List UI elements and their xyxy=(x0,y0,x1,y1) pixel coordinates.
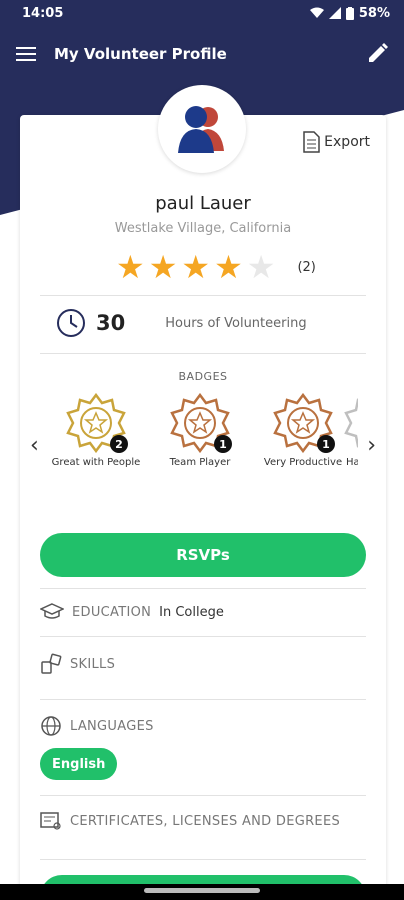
navigation-bar xyxy=(0,884,404,900)
badge-count: 1 xyxy=(214,435,232,453)
export-label: Export xyxy=(324,134,370,150)
hours-count: 30 xyxy=(96,311,126,335)
app-bar: My Volunteer Profile xyxy=(0,30,404,78)
badge-label: Team Player xyxy=(169,457,231,468)
certificate-icon xyxy=(40,812,61,830)
globe-icon xyxy=(41,716,61,736)
edit-icon[interactable] xyxy=(366,43,388,65)
star-icon: ★ xyxy=(214,248,243,286)
certificates-section: CERTIFICATES, LICENSES AND DEGREES xyxy=(40,811,340,831)
avatar xyxy=(158,85,246,173)
skills-icon xyxy=(41,653,62,674)
skills-label: SKILLS xyxy=(70,656,116,672)
certificates-label: CERTIFICATES, LICENSES AND DEGREES xyxy=(70,813,341,829)
education-value: In College xyxy=(159,604,224,620)
badges-title: BADGES xyxy=(178,370,228,383)
menu-icon[interactable] xyxy=(16,46,36,62)
chevron-left-icon[interactable]: ‹ xyxy=(30,433,39,458)
hours-label: Hours of Volunteering xyxy=(165,315,307,331)
skills-section: SKILLS xyxy=(40,653,115,675)
badge-label: Very Productive xyxy=(263,457,343,468)
status-time: 14:05 xyxy=(22,5,64,21)
rating-count: (2) xyxy=(297,259,316,275)
badge-item[interactable]: 2 Great with People xyxy=(48,393,144,468)
star-icon: ★ xyxy=(246,248,276,286)
badge-label: Great with People xyxy=(51,457,141,468)
star-icon: ★ xyxy=(148,248,178,286)
badge-label: Ha xyxy=(346,457,358,468)
education-section: EDUCATION In College xyxy=(40,603,224,621)
battery-level: 58% xyxy=(358,5,390,21)
divider xyxy=(40,295,366,296)
language-chip: English xyxy=(40,748,118,780)
badge-count: 1 xyxy=(317,435,335,453)
profile-card: Export paul Lauer Westlake Village, Cali… xyxy=(20,85,386,900)
star-rating: ★ ★ ★ ★ ★ (2) xyxy=(116,251,316,283)
divider xyxy=(40,699,366,700)
export-button[interactable]: Export xyxy=(302,131,370,153)
export-document-icon xyxy=(303,131,320,153)
star-icon: ★ xyxy=(181,248,211,286)
clock-icon xyxy=(57,309,85,337)
divider xyxy=(40,636,366,637)
battery-icon xyxy=(345,6,354,20)
badge-item[interactable]: 1 Very Productive xyxy=(255,393,351,468)
languages-label: LANGUAGES xyxy=(70,718,154,734)
divider xyxy=(40,795,366,796)
badge-item[interactable]: 1 Team Player xyxy=(152,393,248,468)
page-title: My Volunteer Profile xyxy=(54,45,227,63)
volunteer-location: Westlake Village, California xyxy=(114,221,292,236)
graduation-cap-icon xyxy=(40,603,64,619)
education-label: EDUCATION xyxy=(72,604,152,620)
divider xyxy=(40,353,366,354)
badge-item[interactable]: Ha xyxy=(344,393,358,468)
divider xyxy=(40,588,366,589)
languages-section: LANGUAGES xyxy=(40,715,154,737)
volunteer-name: paul Lauer xyxy=(155,193,251,214)
rsvps-button[interactable]: RSVPs xyxy=(40,533,366,577)
chevron-right-icon[interactable]: › xyxy=(367,433,376,458)
volunteer-hours: 30 Hours of Volunteering xyxy=(56,308,307,338)
wifi-icon xyxy=(309,7,324,18)
divider xyxy=(40,859,366,860)
medal-icon xyxy=(344,398,358,448)
signal-icon xyxy=(328,7,341,19)
user-avatar-icon xyxy=(178,106,224,153)
star-icon: ★ xyxy=(116,248,145,286)
badges-carousel: 2 Great with People 1 Team Player 1 Very… xyxy=(48,393,358,473)
badge-count: 2 xyxy=(110,435,128,453)
home-handle[interactable] xyxy=(144,888,260,893)
status-bar: 14:05 58% xyxy=(0,0,404,26)
